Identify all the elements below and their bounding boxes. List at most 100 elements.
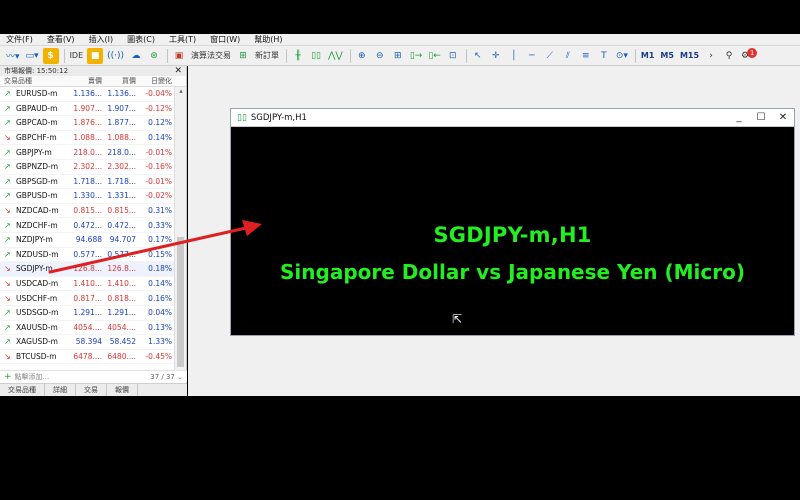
indicators-menu-icon[interactable]: 〰▾ [4, 48, 22, 64]
channel-icon[interactable]: ⫽ [560, 48, 576, 64]
market-watch-row[interactable]: ↗ GBPUSD-m 1.330... 1.331... -0.02% [0, 189, 186, 204]
mouse-cursor-icon: ⇱ [452, 312, 463, 326]
market-watch-row[interactable]: ↗ GBPSGD-m 1.718... 1.718... -0.01% [0, 175, 186, 190]
market-watch-row[interactable]: ↘ NZDCAD-m 0.815... 0.815... 0.31% [0, 204, 186, 219]
line-chart-icon[interactable]: ⋀⋁ [326, 48, 345, 64]
toolbar-separator [167, 48, 169, 63]
vertical-line-icon[interactable]: │ [506, 48, 522, 64]
algo-trading-icon[interactable]: ▣ [171, 48, 187, 64]
dollar-icon[interactable]: $ [42, 47, 59, 64]
column-header-change[interactable]: 日變化 [138, 76, 174, 86]
column-header-ask[interactable]: 買價 [104, 76, 138, 86]
market-watch-row[interactable]: ↗ GBPAUD-m 1.907... 1.907... -0.12% [0, 102, 186, 117]
menu-help[interactable]: 幫助(H) [254, 34, 282, 46]
bar-chart-icon[interactable]: ╫ [290, 48, 306, 64]
shapes-icon[interactable]: ⊙▾ [614, 48, 630, 64]
briefcase-icon[interactable]: ■ [87, 47, 104, 64]
maximize-icon[interactable]: ☐ [750, 112, 772, 123]
new-order-button[interactable]: 新訂單 [253, 48, 281, 64]
chart-canvas[interactable]: SGDJPY-m,H1 Singapore Dollar vs Japanese… [231, 127, 794, 335]
zoom-out-icon[interactable]: ⊖ [372, 48, 388, 64]
symbol-cell: ↘ GBPCHF-m [0, 133, 70, 142]
market-watch-tabs: 交易品種 詳細 交易 報價 [0, 383, 187, 396]
market-watch-row[interactable]: ↗ NZDCHF-m 0.472... 0.472... 0.33% [0, 218, 186, 233]
market-watch-row[interactable]: ↗ GBPJPY-m 218.0... 218.0... -0.01% [0, 145, 186, 160]
ask-cell: 0.815... [107, 206, 136, 216]
close-icon[interactable]: ✕ [174, 66, 182, 76]
scroll-up-icon[interactable]: ▴ [175, 87, 187, 97]
market-watch-row[interactable]: ↘ USDCAD-m 1.410... 1.410... 0.14% [0, 277, 186, 292]
tile-windows-icon[interactable]: ⊞ [390, 48, 406, 64]
plus-icon: + [4, 371, 12, 382]
tab-ticks[interactable]: 報價 [107, 384, 138, 396]
market-watch-row[interactable]: ↗ GBPNZD-m 2.302... 2.302... -0.16% [0, 160, 186, 175]
menu-view[interactable]: 查看(V) [47, 34, 75, 46]
chevron-down-icon[interactable]: ⌄ [177, 373, 183, 381]
bid-cell: 58.394 [75, 337, 102, 347]
change-cell: -0.45% [145, 351, 172, 361]
new-order-icon[interactable]: ⊞ [235, 48, 251, 64]
cursor-icon[interactable]: ↖ [470, 48, 486, 64]
market-watch-row[interactable]: ↗ GBPCAD-m 1.876... 1.877... 0.12% [0, 116, 186, 131]
timeframe-m5[interactable]: M5 [658, 48, 676, 64]
menu-window[interactable]: 窗口(W) [210, 34, 240, 46]
bid-cell: 1.088... [73, 133, 102, 143]
trend-line-icon[interactable]: ⟋ [542, 48, 558, 64]
market-watch-row[interactable]: ↗ NZDUSD-m 0.577... 0.577... 0.15% [0, 248, 186, 263]
zoom-in-icon[interactable]: ⊕ [354, 48, 370, 64]
market-watch-row[interactable]: ↘ USDCHF-m 0.817... 0.818... 0.16% [0, 291, 186, 306]
chart-templates-icon[interactable]: ▭▾ [24, 48, 41, 64]
text-tool-icon[interactable]: T [596, 48, 612, 64]
menu-insert[interactable]: 插入(I) [89, 34, 114, 46]
crosshair-icon[interactable]: ✛ [488, 48, 504, 64]
change-cell: -0.01% [145, 176, 172, 186]
market-watch-row[interactable]: ↗ XAGUSD-m 58.394 58.452 1.33% [0, 335, 186, 350]
screenshot-icon[interactable]: ⊡ [445, 48, 461, 64]
change-cell: 1.33% [148, 337, 172, 347]
minimize-icon[interactable]: _ [728, 112, 750, 123]
chart-shift-icon[interactable]: ▯← [426, 48, 443, 64]
column-header-symbol[interactable]: 交易品種 [0, 76, 70, 86]
market-watch-row[interactable]: ↗ XAUUSD-m 4054.... 4054.... 0.13% [0, 321, 186, 336]
timeframe-m1[interactable]: M1 [639, 48, 657, 64]
ask-cell: 6480.... [107, 351, 136, 361]
market-watch-row[interactable]: ↘ GBPCHF-m 1.088... 1.088... 0.14% [0, 131, 186, 146]
chevron-right-icon[interactable]: › [703, 48, 719, 64]
fibonacci-icon[interactable]: ≡ [578, 48, 594, 64]
candlestick-icon[interactable]: ▯▯ [308, 48, 324, 64]
market-watch-row[interactable]: ↘ SGDJPY-m 126.8... 126.8... 0.18% [0, 262, 186, 277]
auto-scroll-icon[interactable]: ▯→ [408, 48, 425, 64]
market-watch-scrollbar[interactable]: ▴ [174, 87, 186, 374]
market-watch-row[interactable]: ↗ USDSGD-m 1.291... 1.291... 0.04% [0, 306, 186, 321]
tab-symbols[interactable]: 交易品種 [0, 384, 45, 396]
scrollbar-thumb[interactable] [177, 237, 184, 367]
menu-file[interactable]: 文件(F) [6, 34, 33, 46]
menu-charts[interactable]: 圖表(C) [127, 34, 155, 46]
change-cell: -0.04% [145, 89, 172, 99]
close-icon[interactable]: ✕ [772, 112, 794, 123]
ide-button[interactable]: IDE [68, 48, 86, 64]
vps-icon[interactable]: ⊛ [146, 48, 162, 64]
chart-window-title-bar[interactable]: ▯▯ SGDJPY-m,H1 _ ☐ ✕ [231, 109, 794, 127]
signal-icon[interactable]: ((·)) [105, 48, 126, 64]
horizontal-line-icon[interactable]: ─ [524, 48, 540, 64]
symbol-name: USDCAD-m [16, 279, 59, 289]
market-watch-row[interactable]: ↗ EURUSD-m 1.136... 1.136... -0.04% [0, 87, 186, 102]
algo-trading-button[interactable]: 演算法交易 [189, 48, 233, 64]
ask-cell: 1.877... [107, 118, 136, 128]
market-watch-row[interactable]: ↘ BTCUSD-m 6478.... 6480.... -0.45% [0, 350, 186, 365]
timeframe-m15[interactable]: M15 [678, 48, 701, 64]
market-watch-row[interactable]: ↗ NZDJPY-m 94.688 94.707 0.17% [0, 233, 186, 248]
menu-tools[interactable]: 工具(T) [169, 34, 196, 46]
chart-window[interactable]: ▯▯ SGDJPY-m,H1 _ ☐ ✕ SGDJPY-m,H1 Singapo… [230, 108, 795, 336]
symbol-cell: ↗ GBPJPY-m [0, 148, 70, 157]
cloud-icon[interactable]: ☁ [128, 48, 144, 64]
notification-icon[interactable]: ⚙ 1 [739, 47, 759, 64]
column-header-bid[interactable]: 賣價 [70, 76, 104, 86]
arrow-up-icon: ↗ [4, 89, 11, 99]
tab-trading[interactable]: 交易 [76, 384, 107, 396]
change-cell: -0.01% [145, 147, 172, 157]
add-symbol-button[interactable]: + 點擊添加... [4, 372, 49, 382]
tab-details[interactable]: 詳細 [45, 384, 76, 396]
search-icon[interactable]: ⚲ [721, 48, 737, 64]
